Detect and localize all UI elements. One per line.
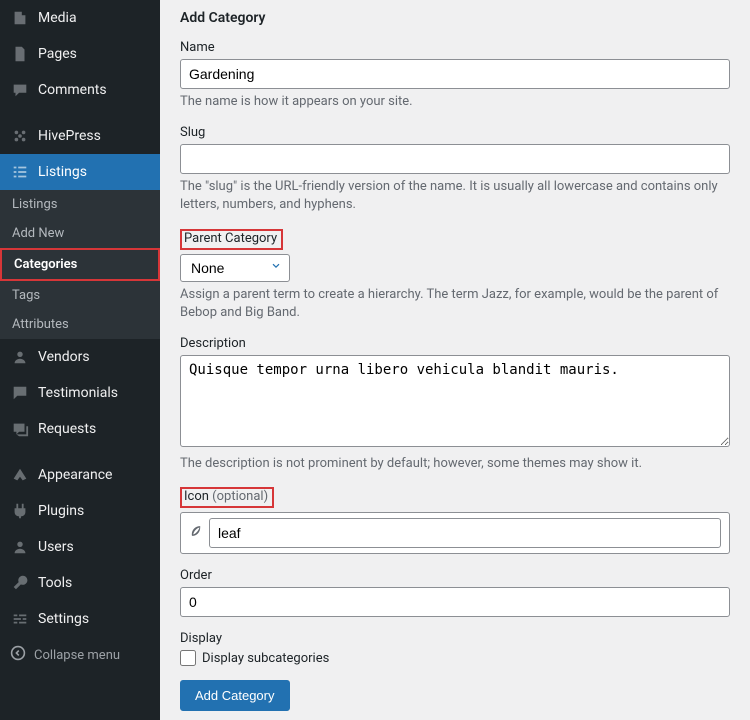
sidebar-item-vendors[interactable]: Vendors	[0, 339, 160, 375]
sidebar-item-appearance[interactable]: Appearance	[0, 457, 160, 493]
users-icon	[10, 537, 30, 557]
display-subcategories-checkbox[interactable]	[180, 650, 196, 666]
sidebar-label: Vendors	[38, 349, 90, 365]
sidebar-item-media[interactable]: Media	[0, 0, 160, 36]
testimonials-icon	[10, 383, 30, 403]
parent-label: Parent Category	[184, 231, 277, 246]
parent-label-highlight: Parent Category	[180, 229, 283, 250]
display-label: Display	[180, 631, 730, 646]
comments-icon	[10, 80, 30, 100]
field-description: Description Quisque tempor urna libero v…	[180, 336, 730, 473]
sidebar-item-comments[interactable]: Comments	[0, 72, 160, 108]
submenu-tags[interactable]: Tags	[0, 281, 160, 310]
sidebar-item-tools[interactable]: Tools	[0, 565, 160, 601]
listings-icon	[10, 162, 30, 182]
hivepress-icon	[10, 126, 30, 146]
display-checkbox-label: Display subcategories	[202, 651, 329, 666]
sidebar-label: Plugins	[38, 503, 84, 519]
name-desc: The name is how it appears on your site.	[180, 93, 730, 111]
appearance-icon	[10, 465, 30, 485]
sidebar-label: Tools	[38, 575, 72, 591]
name-input[interactable]	[180, 59, 730, 89]
sidebar-label: Requests	[38, 421, 96, 437]
sidebar-item-hivepress[interactable]: HivePress	[0, 118, 160, 154]
collapse-menu[interactable]: Collapse menu	[0, 637, 160, 673]
sidebar-label: Testimonials	[38, 385, 118, 401]
sidebar-label: Pages	[38, 46, 77, 62]
order-label: Order	[180, 568, 730, 583]
plugins-icon	[10, 501, 30, 521]
slug-desc: The "slug" is the URL-friendly version o…	[180, 178, 730, 214]
icon-input[interactable]	[209, 518, 721, 548]
sidebar-item-settings[interactable]: Settings	[0, 601, 160, 637]
sidebar-label: Users	[38, 539, 74, 555]
submenu-categories[interactable]: Categories	[0, 248, 160, 281]
order-input[interactable]	[180, 587, 730, 617]
parent-select[interactable]: None	[180, 254, 290, 282]
pages-icon	[10, 44, 30, 64]
sidebar-label: Listings	[38, 164, 87, 180]
icon-label-highlight: Icon (optional)	[180, 487, 274, 508]
submenu-add-new[interactable]: Add New	[0, 219, 160, 248]
sidebar-item-testimonials[interactable]: Testimonials	[0, 375, 160, 411]
parent-desc: Assign a parent term to create a hierarc…	[180, 286, 730, 322]
sidebar-item-requests[interactable]: Requests	[0, 411, 160, 447]
field-icon: Icon (optional)	[180, 487, 730, 554]
sidebar-label: Appearance	[38, 467, 112, 483]
field-name: Name The name is how it appears on your …	[180, 40, 730, 111]
icon-input-wrapper[interactable]	[180, 512, 730, 554]
media-icon	[10, 8, 30, 28]
field-slug: Slug The "slug" is the URL-friendly vers…	[180, 125, 730, 214]
submenu-attributes[interactable]: Attributes	[0, 310, 160, 339]
slug-input[interactable]	[180, 144, 730, 174]
sidebar-item-plugins[interactable]: Plugins	[0, 493, 160, 529]
vendors-icon	[10, 347, 30, 367]
settings-icon	[10, 609, 30, 629]
slug-label: Slug	[180, 125, 730, 140]
name-label: Name	[180, 40, 730, 55]
sidebar-item-pages[interactable]: Pages	[0, 36, 160, 72]
sidebar-label: Media	[38, 10, 77, 26]
description-textarea[interactable]: Quisque tempor urna libero vehicula blan…	[180, 355, 730, 447]
description-label: Description	[180, 336, 730, 351]
main-content: Add Category Name The name is how it app…	[160, 0, 750, 720]
leaf-icon	[189, 524, 203, 542]
description-desc: The description is not prominent by defa…	[180, 455, 730, 473]
add-category-button[interactable]: Add Category	[180, 680, 290, 711]
sidebar-item-listings[interactable]: Listings	[0, 154, 160, 190]
admin-sidebar: Media Pages Comments HivePress Listings …	[0, 0, 160, 720]
requests-icon	[10, 419, 30, 439]
field-parent: Parent Category None Assign a parent ter…	[180, 229, 730, 322]
field-display: Display Display subcategories	[180, 631, 730, 666]
sidebar-item-users[interactable]: Users	[0, 529, 160, 565]
icon-label: Icon	[184, 489, 212, 504]
field-order: Order	[180, 568, 730, 617]
sidebar-label: Comments	[38, 82, 107, 98]
collapse-label: Collapse menu	[34, 648, 120, 663]
tools-icon	[10, 573, 30, 593]
submenu-listings[interactable]: Listings	[0, 190, 160, 219]
sidebar-label: HivePress	[38, 128, 101, 144]
collapse-icon	[10, 645, 26, 665]
page-title: Add Category	[180, 10, 730, 26]
icon-optional: (optional)	[212, 489, 268, 504]
sidebar-label: Settings	[38, 611, 89, 627]
listings-submenu: Listings Add New Categories Tags Attribu…	[0, 190, 160, 339]
